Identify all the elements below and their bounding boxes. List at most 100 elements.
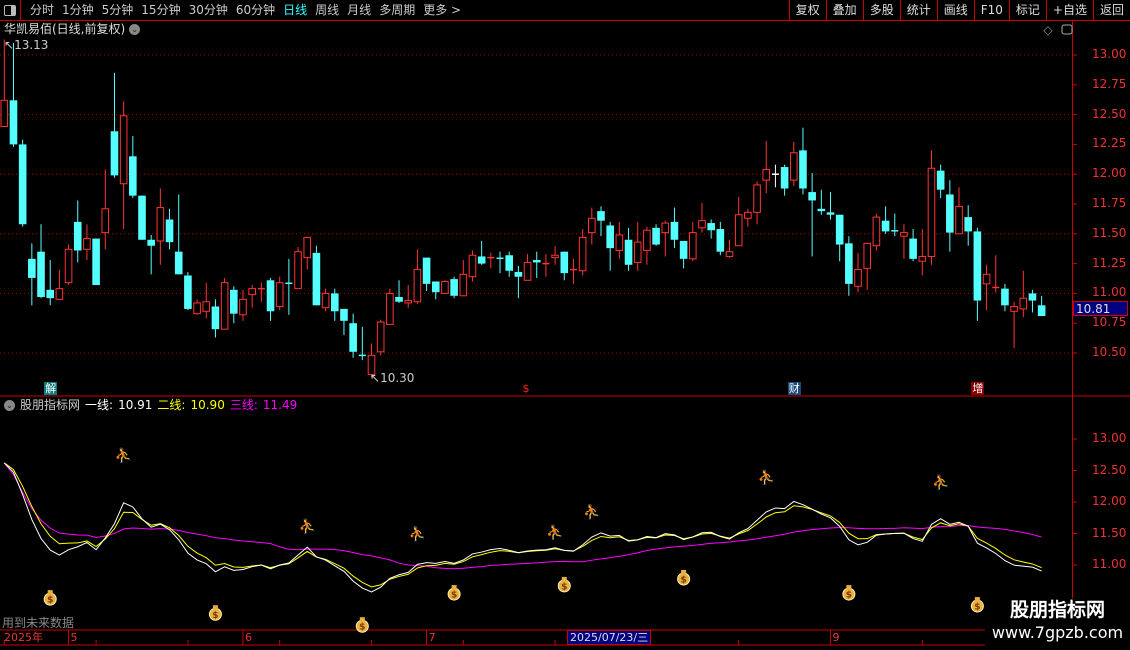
indicator-y-tick-label: 12.50 bbox=[1092, 462, 1127, 477]
candle bbox=[230, 286, 238, 324]
candle bbox=[1010, 301, 1018, 349]
candle bbox=[220, 277, 229, 330]
money-bag-icon: $ bbox=[557, 576, 571, 593]
runner-icon: ⛹ bbox=[758, 468, 775, 486]
chevron-down-icon[interactable]: ⌄ bbox=[4, 399, 15, 411]
indicator-name[interactable]: 股朋指标网 bbox=[20, 398, 80, 412]
candle-body bbox=[193, 302, 201, 315]
candle-body bbox=[349, 323, 357, 352]
month-label: 9 bbox=[832, 631, 840, 644]
y-tick-label: 11.50 bbox=[1092, 225, 1127, 240]
low-label: 10.30 bbox=[380, 371, 415, 385]
candle-body bbox=[165, 219, 174, 243]
candle bbox=[661, 220, 670, 257]
high-marker: ↖13.13 bbox=[4, 38, 49, 52]
watermark: 股朋指标网 www.7gpzb.com bbox=[985, 598, 1130, 650]
line2-value: 10.90 bbox=[190, 398, 225, 412]
candle-body bbox=[46, 289, 54, 299]
candle bbox=[789, 142, 798, 187]
low-marker: ↖10.30 bbox=[370, 371, 415, 385]
candle bbox=[285, 258, 293, 315]
runner-icon: ⛹ bbox=[932, 473, 949, 491]
candle bbox=[73, 200, 82, 263]
candle-body bbox=[661, 222, 670, 234]
event-marker[interactable]: $ bbox=[521, 382, 531, 395]
candle bbox=[138, 195, 146, 240]
candle-body bbox=[202, 301, 211, 312]
candle bbox=[340, 308, 348, 336]
candle bbox=[9, 43, 18, 147]
candle-body bbox=[560, 251, 569, 274]
money-bag-icon: $ bbox=[970, 597, 984, 613]
candle-body bbox=[973, 231, 982, 301]
candle bbox=[119, 101, 128, 230]
y-tick-label: 11.75 bbox=[1092, 196, 1127, 210]
candle-body bbox=[303, 236, 312, 259]
event-marker[interactable]: 增 bbox=[971, 382, 985, 395]
candle bbox=[101, 169, 110, 250]
money-bag-symbol: $ bbox=[846, 591, 852, 601]
candle-body bbox=[239, 298, 247, 316]
candle bbox=[854, 252, 862, 293]
event-marker[interactable]: 财 bbox=[787, 382, 801, 395]
candle-body bbox=[744, 211, 752, 219]
money-bag-neck bbox=[846, 585, 852, 590]
runner-icon: ⛹ bbox=[546, 523, 563, 541]
candle bbox=[239, 289, 247, 321]
candle bbox=[468, 250, 477, 282]
candle-body bbox=[441, 280, 449, 294]
y-tick-label: 10.50 bbox=[1092, 345, 1127, 359]
candle-body bbox=[505, 255, 513, 271]
candle-body bbox=[422, 257, 431, 284]
money-bag-neck bbox=[681, 569, 687, 574]
money-bag-neck bbox=[451, 585, 457, 590]
chart-canvas[interactable]: ⛹ ⛹ ⛹ ⛹ ⛹ ⛹ ⛹ $ $ $ $ $ $ $ $ ◇ bbox=[0, 0, 1130, 650]
candle-body bbox=[211, 306, 220, 330]
money-bag-symbol: $ bbox=[974, 603, 980, 613]
y-tick-label: 13.00 bbox=[1092, 47, 1127, 61]
candle-body bbox=[872, 216, 881, 247]
candle bbox=[707, 219, 715, 239]
candle bbox=[321, 288, 330, 312]
candle-body bbox=[468, 254, 477, 278]
candle bbox=[918, 229, 927, 276]
candle-body bbox=[431, 281, 440, 293]
candle-body bbox=[0, 99, 9, 128]
money-bag-neck bbox=[47, 590, 53, 595]
money-bag-symbol: $ bbox=[561, 582, 567, 592]
candle-body bbox=[147, 239, 155, 246]
y-tick-label: 11.00 bbox=[1092, 285, 1127, 300]
candle-body bbox=[37, 251, 45, 297]
candle bbox=[477, 240, 486, 265]
future-data-note: 用到未来数据 bbox=[2, 616, 75, 630]
money-bag-icon: $ bbox=[447, 585, 461, 601]
event-marker[interactable]: 解 bbox=[44, 382, 58, 395]
candle bbox=[992, 255, 1000, 293]
candle bbox=[441, 280, 449, 294]
candle-body bbox=[615, 234, 624, 251]
candle-body bbox=[523, 261, 532, 281]
candle bbox=[92, 238, 100, 286]
candle bbox=[817, 189, 826, 215]
candle bbox=[633, 221, 642, 271]
candle-body bbox=[340, 308, 348, 321]
money-bag-symbol: $ bbox=[359, 623, 365, 633]
candle bbox=[670, 207, 679, 249]
candle-body bbox=[1019, 297, 1028, 310]
y-tick-label: 12.75 bbox=[1092, 76, 1127, 91]
candle bbox=[881, 206, 890, 234]
candle bbox=[358, 326, 366, 361]
money-bag-neck bbox=[359, 617, 365, 622]
candle bbox=[64, 244, 73, 286]
candle-body bbox=[477, 256, 486, 264]
candle bbox=[946, 180, 954, 252]
month-label: 5 bbox=[70, 631, 78, 644]
candle-body bbox=[826, 212, 835, 215]
money-bag-icon: $ bbox=[43, 590, 57, 606]
candle bbox=[615, 221, 624, 259]
candle-body bbox=[376, 321, 385, 353]
candle-body bbox=[624, 239, 633, 265]
candle bbox=[973, 227, 982, 321]
candle bbox=[165, 208, 174, 250]
candle-body bbox=[578, 236, 587, 272]
